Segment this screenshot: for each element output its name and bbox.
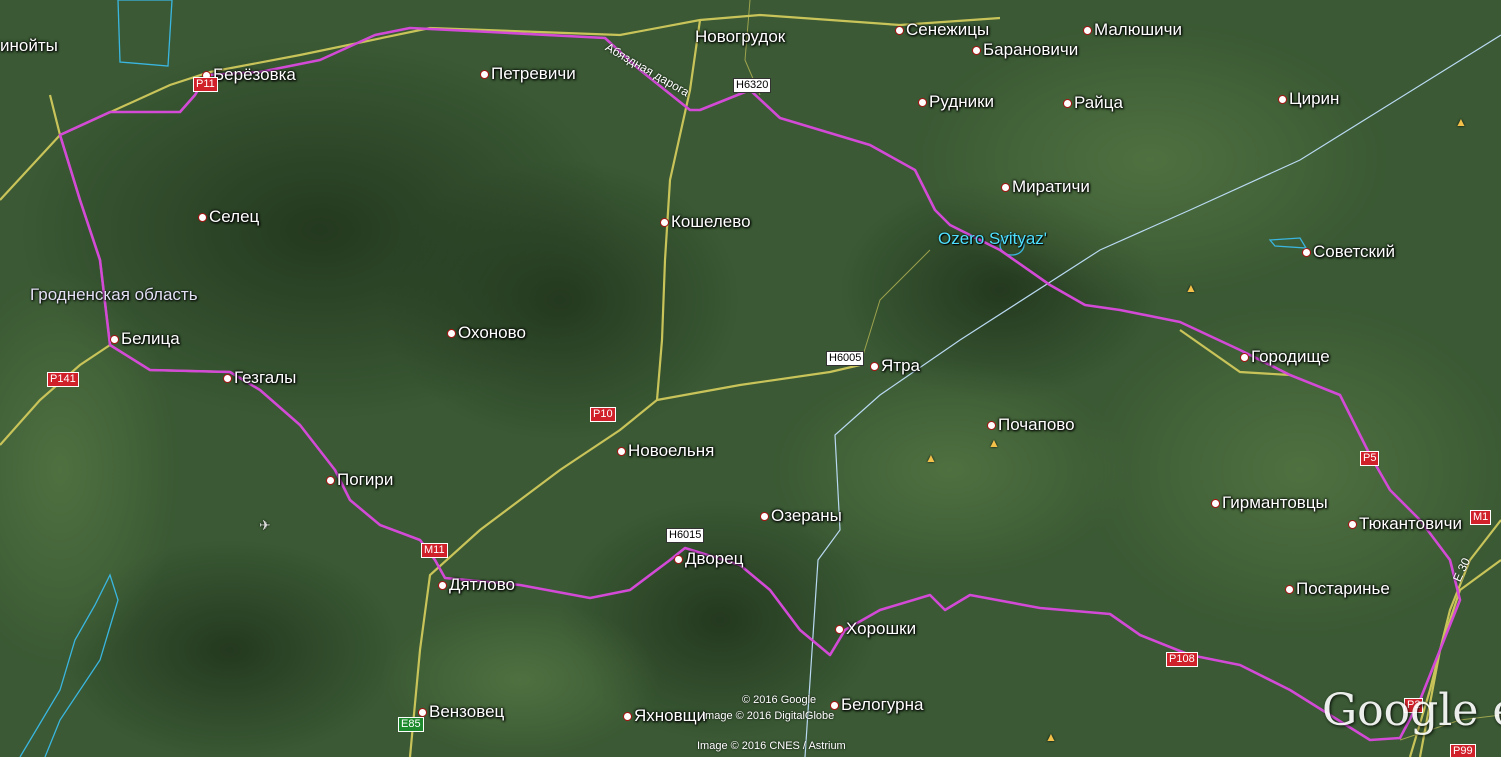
region-label: Гродненская область [30,285,198,304]
place-dot [830,701,839,711]
place-label[interactable]: Селец [198,208,259,225]
place-dot [1240,353,1249,363]
place-dot [870,362,879,372]
place-label[interactable]: инойты [0,37,58,54]
place-label[interactable]: Миратичи [1001,178,1090,195]
road-shield[interactable]: H6015 [666,528,705,543]
road-shield[interactable]: E85 [398,717,424,732]
place-dot [198,213,207,223]
place-label[interactable]: Малюшичи [1083,21,1182,38]
place-dot [480,70,489,80]
road-shield[interactable]: M11 [421,543,448,558]
attribution-line: © 2016 Google [742,694,817,706]
airport-icon[interactable]: ✈ [259,517,271,534]
field-area [770,360,1130,580]
place-dot [987,421,996,431]
attribution-line: Image © 2016 DigitalGlobe [702,710,835,722]
place-dot [1083,26,1092,36]
road-shield[interactable]: P11 [193,77,218,92]
google-earth-logo: Google e [1322,685,1501,736]
place-dot [918,98,927,108]
place-label[interactable]: Цирин [1278,90,1339,107]
place-label[interactable]: Сенежицы [895,21,989,38]
place-dot [835,625,844,635]
place-dot [760,512,769,522]
place-label[interactable]: Вензовец [418,703,504,720]
place-label[interactable]: Погири [326,471,393,488]
place-dot [1001,183,1010,193]
place-dot [660,218,669,228]
church-icon[interactable]: ▲ [988,436,1000,450]
place-label[interactable]: Гирмантовцы [1211,494,1328,511]
church-icon[interactable]: ▲ [925,451,937,465]
place-label[interactable]: Советский [1302,243,1395,260]
place-label[interactable]: Озераны [760,507,842,524]
place-label[interactable]: Кошелево [660,213,751,230]
place-dot [223,374,232,384]
church-icon[interactable]: ▲ [1455,115,1467,129]
place-dot [1278,95,1287,105]
forest-area [380,160,740,440]
attribution-line: Image © 2016 CNES / Astrium [697,740,846,752]
road-shield[interactable]: H6320 [733,78,772,93]
church-icon[interactable]: ▲ [1185,281,1197,295]
place-label[interactable]: Яхновщи [623,707,706,724]
lake-label[interactable]: Ozero Svityaz' [938,229,1047,249]
place-dot [1063,99,1072,109]
road-shield[interactable]: P141 [47,372,79,387]
road-shield[interactable]: P108 [1166,652,1198,667]
place-dot [1348,520,1357,530]
place-dot [674,555,683,565]
place-label[interactable]: Хорошки [835,620,916,637]
place-dot [438,581,447,591]
place-label[interactable]: Рудники [918,93,994,110]
place-label[interactable]: Новоельня [617,442,714,459]
road-shield[interactable]: P99 [1450,744,1476,757]
place-label[interactable]: Барановичи [972,41,1078,58]
place-dot [110,335,119,345]
road-shield[interactable]: P5 [1360,451,1380,466]
place-label[interactable]: Почапово [987,416,1075,433]
place-dot [447,329,456,339]
place-dot [617,447,626,457]
place-label[interactable]: Белогурна [830,696,923,713]
road-shield[interactable]: H6005 [826,351,865,366]
road-shield[interactable]: M1 [1470,510,1492,525]
place-dot [1211,499,1220,509]
place-label[interactable]: Райца [1063,94,1123,111]
place-label[interactable]: Белица [110,330,180,347]
place-dot [895,26,904,36]
place-label[interactable]: Новогрудок [695,28,785,45]
field-area [380,600,660,757]
place-label[interactable]: Петревичи [480,65,576,82]
place-label[interactable]: Дятлово [438,576,515,593]
place-dot [418,708,427,718]
place-label[interactable]: Ятра [870,357,920,374]
church-icon[interactable]: ▲ [1045,730,1057,744]
place-dot [1302,248,1311,258]
road-shield[interactable]: P10 [590,407,616,422]
place-dot [623,712,632,722]
map-view[interactable]: Гродненская область Ozero Svityaz' инойт… [0,0,1501,757]
place-label[interactable]: Постаринье [1285,580,1390,597]
place-label[interactable]: Дворец [674,550,743,567]
place-dot [1285,585,1294,595]
place-dot [972,46,981,56]
place-label[interactable]: Гезгалы [223,369,296,386]
place-label[interactable]: Тюкантовичи [1348,515,1462,532]
place-dot [326,476,335,486]
place-label[interactable]: Охоново [447,324,526,341]
place-label[interactable]: Городище [1240,348,1330,365]
